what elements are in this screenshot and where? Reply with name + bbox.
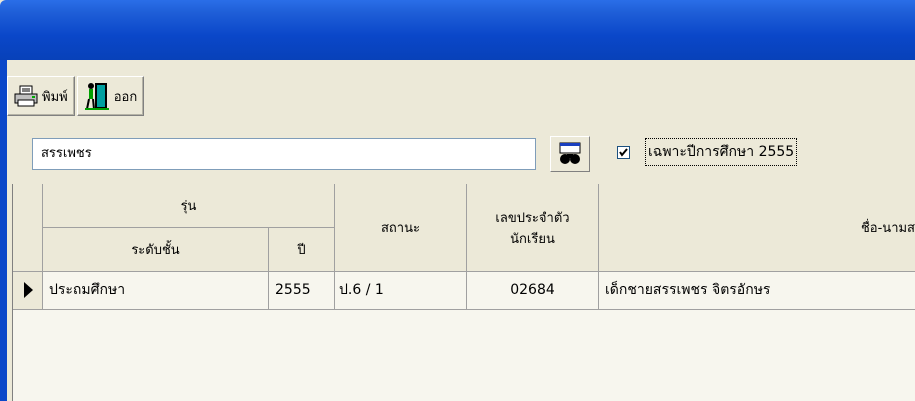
column-header-name[interactable]: ชื่อ-นามส [599,184,915,272]
printer-icon [14,85,38,107]
cell-year[interactable]: 2555 [269,272,335,310]
column-header-student-id[interactable]: เลขประจำตัว นักเรียน [467,184,599,272]
cell-level[interactable]: ประถมศึกษา [43,272,269,310]
window-frame [0,60,7,401]
cell-student-id[interactable]: 02684 [467,272,599,310]
toolbar: พิมพ์ ออก [7,76,145,116]
checkmark-icon [619,148,628,157]
academic-year-filter-label[interactable]: เฉพาะปีการศึกษา 2555 [645,138,798,166]
current-row-arrow-icon [24,282,33,298]
exit-door-icon [84,81,110,111]
print-button-label: พิมพ์ [42,89,68,105]
row-indicator-header [13,184,43,272]
column-header-level[interactable]: ระดับชั้น [43,228,269,272]
cell-status[interactable]: ป.6 / 1 [335,272,467,310]
row-indicator [13,272,43,310]
column-header-year[interactable]: ปี [269,228,335,272]
student-grid[interactable]: รุ่น ระดับชั้น ปี สถานะ เลขประจำตัว นักเ… [12,184,915,401]
exit-button-label: ออก [113,89,138,105]
cell-name[interactable]: เด็กชายสรรเพชร จิตรอักษร [599,272,915,310]
window-title-bar[interactable] [0,0,915,60]
academic-year-filter-checkbox[interactable] [617,146,630,159]
exit-button[interactable]: ออก [76,76,145,116]
binoculars-icon [557,141,583,168]
column-header-status[interactable]: สถานะ [335,184,467,272]
search-input[interactable]: สรรเพชร [32,138,536,170]
print-button[interactable]: พิมพ์ [7,76,75,116]
find-button[interactable] [550,136,590,172]
column-group-cohort: รุ่น [43,184,335,228]
